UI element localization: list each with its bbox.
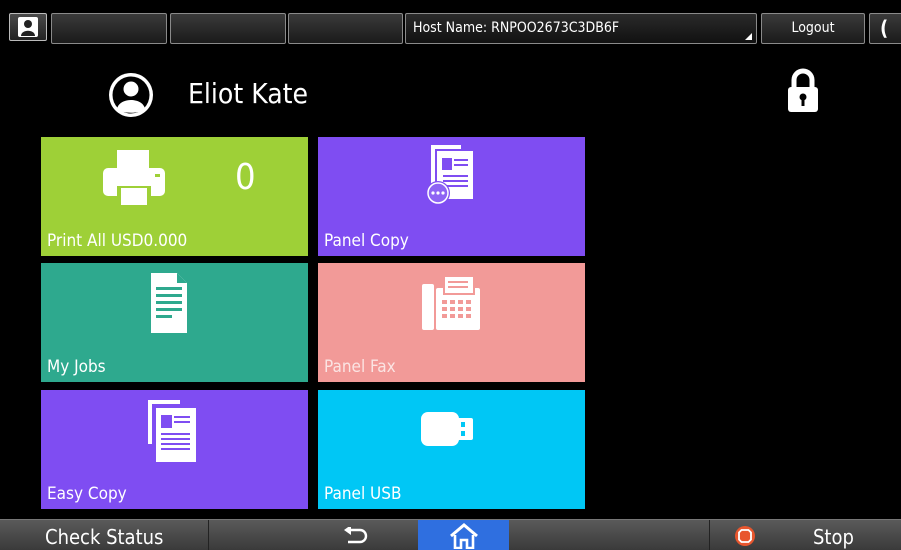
bottom-bar: Check Status Stop: [0, 519, 901, 550]
fax-icon: [422, 276, 480, 330]
user-button[interactable]: [9, 13, 47, 41]
topbar-slot-2[interactable]: [170, 13, 286, 44]
panel-copy-tile[interactable]: Panel Copy: [318, 137, 585, 256]
panel-usb-label: Panel USB: [324, 484, 402, 504]
logout-button[interactable]: Logout: [761, 13, 865, 44]
print-all-label: Print All USD0.000: [47, 231, 188, 251]
energy-saver-button[interactable]: (: [869, 13, 901, 44]
resize-corner-icon: [745, 33, 752, 40]
my-jobs-label: My Jobs: [47, 357, 106, 377]
printer-icon: [103, 150, 165, 206]
stop-label: Stop: [813, 525, 854, 549]
host-name-text: Host Name: RNPOO2673C3DB6F: [413, 20, 620, 36]
back-button[interactable]: [311, 520, 417, 550]
home-icon: [450, 523, 478, 549]
topbar-slot-1[interactable]: [51, 13, 167, 44]
stop-icon: [735, 526, 755, 546]
usb-icon: [421, 412, 473, 446]
stop-button[interactable]: Stop: [710, 520, 901, 550]
document-icon: [151, 273, 187, 333]
check-status-button[interactable]: Check Status: [0, 520, 208, 550]
check-status-label: Check Status: [45, 525, 164, 549]
print-all-tile[interactable]: 0 Print All USD0.000: [41, 137, 308, 256]
job-count: 0: [235, 157, 256, 198]
lock-icon[interactable]: [787, 68, 819, 113]
copy-icon: [148, 400, 196, 462]
back-icon: [344, 527, 368, 544]
panel-fax-label: Panel Fax: [324, 357, 396, 377]
panel-usb-tile[interactable]: Panel USB: [318, 390, 585, 509]
top-bar: Host Name: RNPOO2673C3DB6F Logout (: [0, 0, 901, 46]
user-name: Eliot Kate: [188, 77, 309, 110]
topbar-slot-3[interactable]: [288, 13, 403, 44]
logout-label: Logout: [791, 20, 835, 36]
home-button[interactable]: [418, 520, 509, 550]
panel-copy-label: Panel Copy: [324, 231, 409, 251]
my-jobs-tile[interactable]: My Jobs: [41, 263, 308, 382]
panel-copy-icon: [426, 145, 473, 205]
divider: [208, 520, 209, 550]
avatar-icon: [109, 73, 153, 117]
panel-fax-tile[interactable]: Panel Fax: [318, 263, 585, 382]
easy-copy-tile[interactable]: Easy Copy: [41, 390, 308, 509]
user-icon: [18, 17, 38, 37]
easy-copy-label: Easy Copy: [47, 484, 127, 504]
host-name-field[interactable]: Host Name: RNPOO2673C3DB6F: [405, 13, 757, 44]
moon-icon: (: [880, 16, 889, 40]
